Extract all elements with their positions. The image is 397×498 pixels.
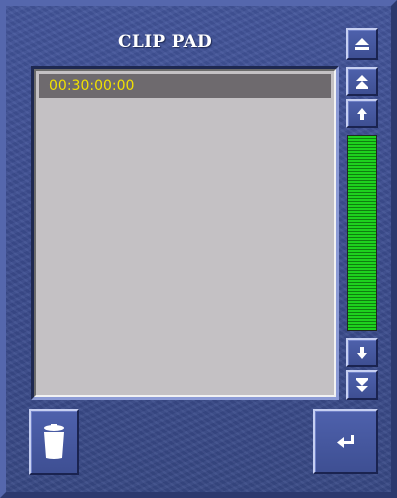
eject-button[interactable] [346, 28, 378, 60]
eject-icon [354, 37, 370, 51]
clip-timecode: 00:30:00:00 [49, 78, 135, 94]
clip-list-item[interactable]: 00:30:00:00 [39, 74, 331, 98]
panel-title: CLIP PAD [117, 32, 212, 52]
up-arrow-icon [356, 107, 368, 121]
double-up-arrow-icon [355, 74, 369, 90]
scroll-top-button[interactable] [346, 67, 378, 96]
clip-list-frame: 00:30:00:00 [31, 66, 339, 400]
trash-icon [41, 424, 67, 460]
down-arrow-icon [356, 346, 368, 360]
scroll-down-button[interactable] [346, 338, 378, 367]
return-arrow-icon [336, 434, 356, 450]
delete-button[interactable] [29, 409, 79, 475]
double-down-arrow-icon [355, 377, 369, 393]
scroll-bottom-button[interactable] [346, 370, 378, 400]
scroll-up-button[interactable] [346, 99, 378, 128]
clip-list[interactable]: 00:30:00:00 [34, 69, 336, 397]
enter-button[interactable] [313, 409, 378, 474]
position-meter[interactable] [347, 135, 377, 331]
